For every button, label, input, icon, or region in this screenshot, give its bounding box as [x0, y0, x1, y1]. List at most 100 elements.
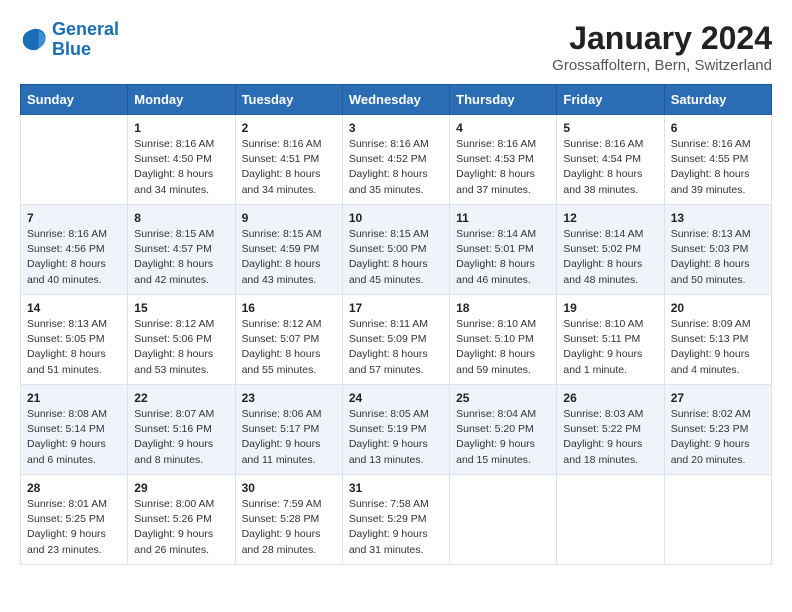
day-number: 27 — [671, 391, 765, 405]
day-info: Sunrise: 8:15 AM Sunset: 4:57 PM Dayligh… — [134, 227, 228, 288]
calendar-cell: 23Sunrise: 8:06 AM Sunset: 5:17 PM Dayli… — [235, 385, 342, 475]
day-info: Sunrise: 8:06 AM Sunset: 5:17 PM Dayligh… — [242, 407, 336, 468]
header-monday: Monday — [128, 85, 235, 115]
day-info: Sunrise: 8:08 AM Sunset: 5:14 PM Dayligh… — [27, 407, 121, 468]
day-number: 12 — [563, 211, 657, 225]
day-info: Sunrise: 8:12 AM Sunset: 5:07 PM Dayligh… — [242, 317, 336, 378]
day-info: Sunrise: 8:16 AM Sunset: 4:50 PM Dayligh… — [134, 137, 228, 198]
logo-icon — [20, 26, 48, 54]
calendar-cell: 18 Sunrise: 8:10 AM Sunset: 5:10 PM Dayli… — [450, 295, 557, 385]
day-number: 29 — [134, 481, 228, 495]
day-number: 14 — [27, 301, 121, 315]
day-number: 17 — [349, 301, 443, 315]
calendar-cell: 30 Sunrise: 7:59 AM Sunset: 5:28 PM Dayli… — [235, 475, 342, 565]
day-number: 4 — [456, 121, 550, 135]
day-number: 24 — [349, 391, 443, 405]
calendar-cell: 1 Sunrise: 8:16 AM Sunset: 4:50 PM Daylig… — [128, 115, 235, 205]
calendar-cell: 4 Sunrise: 8:16 AM Sunset: 4:53 PM Daylig… — [450, 115, 557, 205]
day-info: Sunrise: 8:16 AM Sunset: 4:56 PM Dayligh… — [27, 227, 121, 288]
day-info: Sunrise: 8:02 AM Sunset: 5:23 PM Dayligh… — [671, 407, 765, 468]
day-number: 15 — [134, 301, 228, 315]
day-info: Sunrise: 8:15 AM Sunset: 4:59 PM Dayligh… — [242, 227, 336, 288]
header-sunday: Sunday — [21, 85, 128, 115]
calendar-cell: 14Sunrise: 8:13 AM Sunset: 5:05 PM Dayli… — [21, 295, 128, 385]
calendar-cell: 10 Sunrise: 8:15 AM Sunset: 5:00 PM Dayli… — [342, 205, 449, 295]
calendar-cell: 31 Sunrise: 7:58 AM Sunset: 5:29 PM Dayli… — [342, 475, 449, 565]
calendar-cell: 7 Sunrise: 8:16 AM Sunset: 4:56 PM Daylig… — [21, 205, 128, 295]
day-info: Sunrise: 8:14 AM Sunset: 5:01 PM Dayligh… — [456, 227, 550, 288]
day-number: 28 — [27, 481, 121, 495]
week-row-1: 1 Sunrise: 8:16 AM Sunset: 4:50 PM Daylig… — [21, 115, 772, 205]
day-info: Sunrise: 8:07 AM Sunset: 5:16 PM Dayligh… — [134, 407, 228, 468]
header-friday: Friday — [557, 85, 664, 115]
day-info: Sunrise: 8:01 AM Sunset: 5:25 PM Dayligh… — [27, 497, 121, 558]
day-info: Sunrise: 7:58 AM Sunset: 5:29 PM Dayligh… — [349, 497, 443, 558]
day-number: 11 — [456, 211, 550, 225]
day-number: 30 — [242, 481, 336, 495]
day-info: Sunrise: 8:16 AM Sunset: 4:52 PM Dayligh… — [349, 137, 443, 198]
day-info: Sunrise: 8:16 AM Sunset: 4:51 PM Dayligh… — [242, 137, 336, 198]
day-number: 21 — [27, 391, 121, 405]
calendar-cell: 11 Sunrise: 8:14 AM Sunset: 5:01 PM Dayli… — [450, 205, 557, 295]
day-info: Sunrise: 8:15 AM Sunset: 5:00 PM Dayligh… — [349, 227, 443, 288]
calendar-cell — [664, 475, 771, 565]
calendar-cell: 16 Sunrise: 8:12 AM Sunset: 5:07 PM Dayli… — [235, 295, 342, 385]
day-number: 10 — [349, 211, 443, 225]
day-number: 16 — [242, 301, 336, 315]
day-number: 9 — [242, 211, 336, 225]
day-info: Sunrise: 8:12 AM Sunset: 5:06 PM Dayligh… — [134, 317, 228, 378]
week-row-3: 14Sunrise: 8:13 AM Sunset: 5:05 PM Dayli… — [21, 295, 772, 385]
calendar-cell: 29Sunrise: 8:00 AM Sunset: 5:26 PM Dayli… — [128, 475, 235, 565]
calendar-cell: 25 Sunrise: 8:04 AM Sunset: 5:20 PM Dayli… — [450, 385, 557, 475]
week-row-4: 21 Sunrise: 8:08 AM Sunset: 5:14 PM Dayli… — [21, 385, 772, 475]
day-number: 26 — [563, 391, 657, 405]
calendar-cell: 9 Sunrise: 8:15 AM Sunset: 4:59 PM Daylig… — [235, 205, 342, 295]
logo-line2: Blue — [52, 39, 91, 59]
header-thursday: Thursday — [450, 85, 557, 115]
calendar-cell — [21, 115, 128, 205]
day-info: Sunrise: 8:14 AM Sunset: 5:02 PM Dayligh… — [563, 227, 657, 288]
calendar-cell: 22Sunrise: 8:07 AM Sunset: 5:16 PM Dayli… — [128, 385, 235, 475]
calendar-cell: 26 Sunrise: 8:03 AM Sunset: 5:22 PM Dayli… — [557, 385, 664, 475]
calendar-cell: 3 Sunrise: 8:16 AM Sunset: 4:52 PM Daylig… — [342, 115, 449, 205]
calendar-cell: 28 Sunrise: 8:01 AM Sunset: 5:25 PM Dayli… — [21, 475, 128, 565]
page-header: General Blue January 2024 Grossaffoltern… — [20, 20, 772, 74]
calendar-cell: 5Sunrise: 8:16 AM Sunset: 4:54 PM Daylig… — [557, 115, 664, 205]
header-saturday: Saturday — [664, 85, 771, 115]
day-number: 19 — [563, 301, 657, 315]
calendar-cell: 19 Sunrise: 8:10 AM Sunset: 5:11 PM Dayli… — [557, 295, 664, 385]
day-info: Sunrise: 7:59 AM Sunset: 5:28 PM Dayligh… — [242, 497, 336, 558]
calendar-cell: 8Sunrise: 8:15 AM Sunset: 4:57 PM Daylig… — [128, 205, 235, 295]
calendar-cell: 6Sunrise: 8:16 AM Sunset: 4:55 PM Daylig… — [664, 115, 771, 205]
day-info: Sunrise: 8:10 AM Sunset: 5:11 PM Dayligh… — [563, 317, 657, 378]
title-block: January 2024 Grossaffoltern, Bern, Switz… — [552, 20, 772, 74]
calendar-cell: 13Sunrise: 8:13 AM Sunset: 5:03 PM Dayli… — [664, 205, 771, 295]
day-number: 2 — [242, 121, 336, 135]
day-info: Sunrise: 8:11 AM Sunset: 5:09 PM Dayligh… — [349, 317, 443, 378]
week-row-5: 28 Sunrise: 8:01 AM Sunset: 5:25 PM Dayli… — [21, 475, 772, 565]
day-number: 7 — [27, 211, 121, 225]
calendar-cell: 2 Sunrise: 8:16 AM Sunset: 4:51 PM Daylig… — [235, 115, 342, 205]
calendar-header-row: SundayMondayTuesdayWednesdayThursdayFrid… — [21, 85, 772, 115]
logo-text: General Blue — [52, 20, 119, 60]
day-info: Sunrise: 8:04 AM Sunset: 5:20 PM Dayligh… — [456, 407, 550, 468]
calendar-table: SundayMondayTuesdayWednesdayThursdayFrid… — [20, 84, 772, 565]
calendar-cell: 27 Sunrise: 8:02 AM Sunset: 5:23 PM Dayli… — [664, 385, 771, 475]
day-number: 1 — [134, 121, 228, 135]
day-number: 3 — [349, 121, 443, 135]
day-info: Sunrise: 8:16 AM Sunset: 4:55 PM Dayligh… — [671, 137, 765, 198]
day-info: Sunrise: 8:16 AM Sunset: 4:53 PM Dayligh… — [456, 137, 550, 198]
day-number: 31 — [349, 481, 443, 495]
day-info: Sunrise: 8:10 AM Sunset: 5:10 PM Dayligh… — [456, 317, 550, 378]
calendar-cell: 15 Sunrise: 8:12 AM Sunset: 5:06 PM Dayli… — [128, 295, 235, 385]
day-number: 13 — [671, 211, 765, 225]
logo: General Blue — [20, 20, 119, 60]
logo-line1: General — [52, 19, 119, 39]
day-info: Sunrise: 8:09 AM Sunset: 5:13 PM Dayligh… — [671, 317, 765, 378]
calendar-cell: 12 Sunrise: 8:14 AM Sunset: 5:02 PM Dayli… — [557, 205, 664, 295]
day-number: 5 — [563, 121, 657, 135]
day-info: Sunrise: 8:03 AM Sunset: 5:22 PM Dayligh… — [563, 407, 657, 468]
calendar-cell: 24Sunrise: 8:05 AM Sunset: 5:19 PM Dayli… — [342, 385, 449, 475]
day-number: 25 — [456, 391, 550, 405]
day-number: 18 — [456, 301, 550, 315]
